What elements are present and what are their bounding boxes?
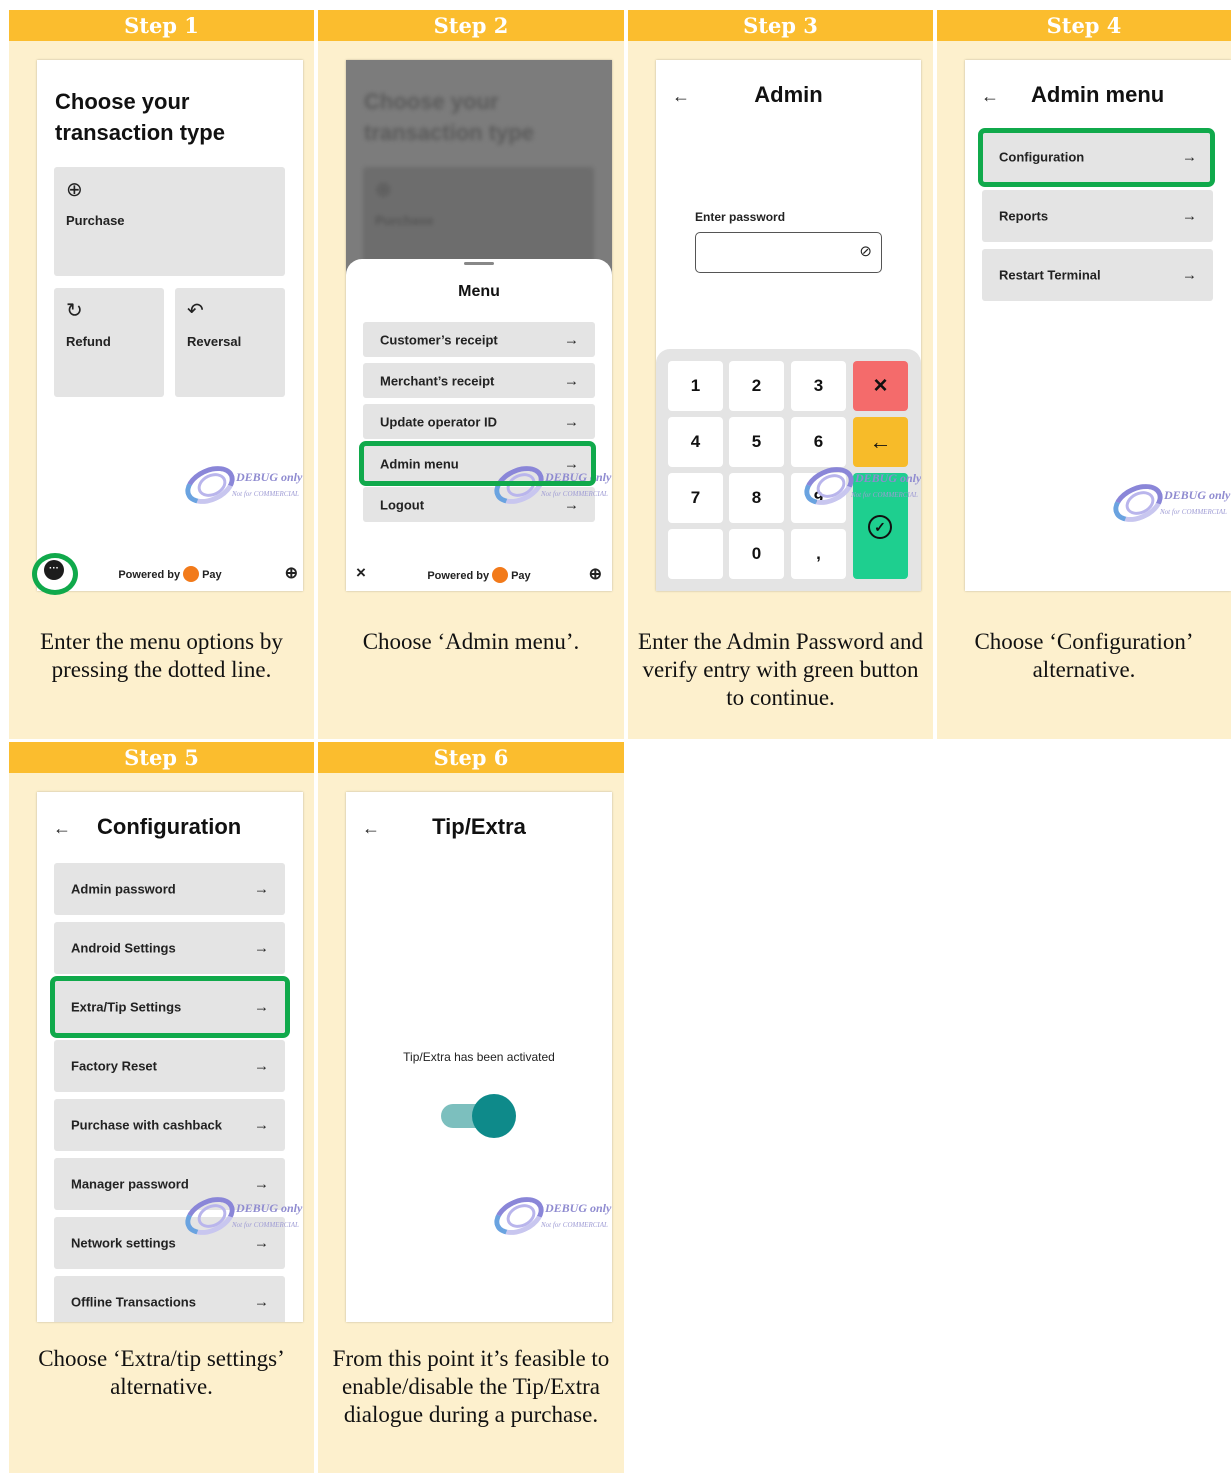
debug-watermark: DEBUG only Not for COMMERCIAL [798, 459, 921, 513]
password-label: Enter password [695, 210, 786, 224]
step-5-header: Step 5 [9, 742, 314, 773]
powered-by: Powered by Pay [346, 567, 612, 583]
menu-sheet: Menu Customer’s receipt → Merchant’s rece… [346, 259, 612, 591]
key-5[interactable]: 5 [729, 417, 784, 467]
tip-status-text: Tip/Extra has been activated [403, 1050, 555, 1064]
footer: × Powered by Pay ⊕ [346, 561, 612, 591]
config-item-purchase-with-cashback[interactable]: Purchase with cashback → [54, 1099, 285, 1151]
arrow-right-icon: → [564, 372, 579, 389]
key-blank [668, 529, 723, 579]
back-arrow-icon[interactable]: ← [981, 86, 999, 106]
config-item-factory-reset[interactable]: Factory Reset → [54, 1040, 285, 1092]
admin-item-restart-terminal[interactable]: Restart Terminal → [982, 249, 1213, 301]
arrow-right-icon: → [254, 1175, 269, 1193]
password-input[interactable]: ⊘ [695, 232, 882, 273]
toggle-thumb [472, 1094, 516, 1138]
arrow-right-icon: → [564, 331, 579, 348]
arrow-right-icon: → [254, 1057, 269, 1075]
step-6-header: Step 6 [318, 742, 624, 773]
menu-item-update-operator-id[interactable]: Update operator ID → [363, 404, 595, 439]
arrow-right-icon: → [254, 880, 269, 898]
highlight-configuration [978, 128, 1215, 187]
debug-watermark: DEBUG only Not for COMMERCIAL [179, 458, 303, 512]
pay-logo-icon [183, 566, 200, 582]
keypad: 1 2 3 × 4 5 6 ← 7 8 9 0 , ✓ DEBUG only N… [656, 349, 921, 591]
backspace-key[interactable]: ← [853, 417, 908, 467]
step-3-screen: ← Admin Enter password ⊘ 1 2 3 × 4 5 6 ←… [656, 60, 921, 591]
arrow-right-icon: → [254, 1293, 269, 1311]
arrow-right-icon: → [564, 413, 579, 430]
page-title: Configuration [97, 814, 242, 839]
debug-watermark: DEBUG only Not for COMMERCIAL [488, 1189, 612, 1243]
globe-icon[interactable]: ⊕ [285, 563, 298, 583]
arrow-right-icon: → [1182, 207, 1197, 225]
highlight-more-menu [32, 553, 78, 595]
tip-extra-toggle[interactable] [441, 1094, 516, 1138]
key-2[interactable]: 2 [729, 361, 784, 411]
key-4[interactable]: 4 [668, 417, 723, 467]
check-icon: ✓ [868, 515, 892, 539]
dimmed-title: Choose your transaction type [364, 89, 534, 145]
tile-label: Purchase [375, 213, 434, 228]
config-item-admin-password[interactable]: Admin password → [54, 863, 285, 915]
step-4-header: Step 4 [937, 10, 1231, 41]
arrow-right-icon: → [1182, 266, 1197, 284]
refresh-icon: ↻ [66, 300, 83, 322]
arrow-right-icon: → [254, 939, 269, 957]
key-6[interactable]: 6 [791, 417, 846, 467]
step-2-header: Step 2 [318, 10, 624, 41]
highlight-extra-tip-settings [50, 976, 290, 1038]
menu-item-merchants-receipt[interactable]: Merchant’s receipt → [363, 363, 595, 398]
menu-item-customers-receipt[interactable]: Customer’s receipt → [363, 322, 595, 357]
step-5-screen: ← Configuration Admin password → Android … [37, 792, 303, 1322]
key-3[interactable]: 3 [791, 361, 846, 411]
menu-title: Menu [458, 283, 500, 300]
highlight-admin-menu [359, 441, 596, 486]
eye-off-icon[interactable]: ⊘ [859, 242, 872, 260]
config-item-android-settings[interactable]: Android Settings → [54, 922, 285, 974]
step-3-header: Step 3 [628, 10, 933, 41]
cancel-key[interactable]: × [853, 361, 908, 411]
drag-handle[interactable] [464, 262, 494, 265]
step-6-caption: From this point it’s feasible to enable/… [332, 1346, 610, 1427]
tile-label: Reversal [187, 334, 242, 349]
refund-tile[interactable]: ↻ Refund [54, 288, 164, 397]
purchase-tile[interactable]: ⊕ Purchase [54, 167, 285, 276]
step-1-screen: Choose your transaction type ⊕ Purchase … [37, 60, 303, 591]
step-2-caption: Choose ‘Admin menu’. [362, 629, 580, 654]
admin-item-reports[interactable]: Reports → [982, 190, 1213, 242]
step-5-caption: Choose ‘Extra/tip settings’ alternative. [38, 1346, 285, 1399]
dimmed-purchase-tile: ⊕ Purchase [363, 167, 594, 267]
config-item-offline-transactions[interactable]: Offline Transactions → [54, 1276, 285, 1322]
reversal-icon: ↶ [187, 300, 204, 322]
back-arrow-icon[interactable]: ← [53, 818, 71, 838]
step-2-screen: Choose your transaction type ⊕ Purchase … [346, 60, 612, 591]
tile-label: Purchase [66, 213, 125, 228]
plus-circle-icon: ⊕ [66, 179, 83, 201]
step-1-caption: Enter the menu options by pressing the d… [40, 629, 283, 682]
debug-watermark: DEBUG only Not for COMMERCIAL [1107, 476, 1231, 530]
key-7[interactable]: 7 [668, 473, 723, 523]
page-title: Admin [754, 82, 823, 107]
key-0[interactable]: 0 [729, 529, 784, 579]
step-4-caption: Choose ‘Configuration’ alternative. [974, 629, 1194, 682]
pay-logo-icon [492, 567, 509, 583]
key-comma[interactable]: , [791, 529, 846, 579]
tile-label: Refund [66, 334, 111, 349]
page-title: Tip/Extra [432, 814, 526, 839]
step-1-header: Step 1 [9, 10, 314, 41]
key-8[interactable]: 8 [729, 473, 784, 523]
plus-circle-icon: ⊕ [375, 179, 392, 201]
debug-watermark: DEBUG only Not for COMMERCIAL [179, 1189, 303, 1243]
key-1[interactable]: 1 [668, 361, 723, 411]
globe-icon[interactable]: ⊕ [589, 564, 602, 584]
page-title: Admin menu [1031, 82, 1165, 107]
page-title: Choose your transaction type [55, 89, 225, 145]
step-6-screen: ← Tip/Extra Tip/Extra has been activated… [346, 792, 612, 1322]
step-3-caption: Enter the Admin Password and verify entr… [638, 629, 923, 710]
reversal-tile[interactable]: ↶ Reversal [175, 288, 285, 397]
arrow-right-icon: → [254, 1116, 269, 1134]
